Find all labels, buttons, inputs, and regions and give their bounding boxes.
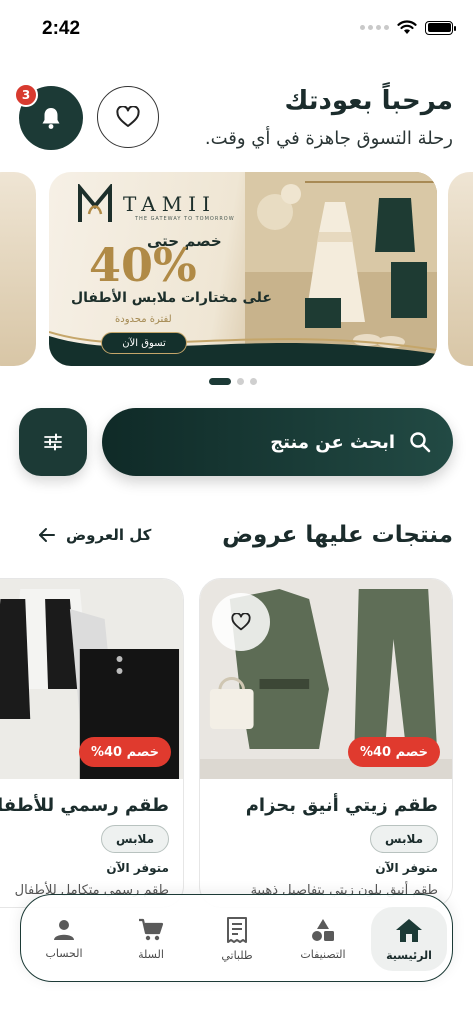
wifi-icon: [397, 20, 417, 34]
offers-product-list[interactable]: خصم 40% طقم زيتي أنيق بحزام ملابس متوفر …: [0, 578, 473, 908]
favorites-button[interactable]: [97, 86, 159, 148]
tab-categories[interactable]: التصنيفات: [280, 895, 366, 983]
product-card[interactable]: خصم 40% طقم زيتي أنيق بحزام ملابس متوفر …: [199, 578, 453, 908]
bottom-tab-bar: الرئيسية التصنيفات طلباتي السلة الحساب: [20, 894, 453, 982]
filter-button[interactable]: [19, 408, 87, 476]
receipt-icon: [227, 916, 247, 943]
tab-account-label: الحساب: [45, 946, 83, 960]
see-all-offers-link[interactable]: كل العروض: [38, 526, 151, 544]
product-stock-status: متوفر الآن: [375, 861, 438, 875]
banner-prev-slide[interactable]: [0, 172, 36, 366]
notification-badge: 3: [14, 83, 38, 107]
discount-badge: خصم 40%: [347, 737, 440, 767]
offers-title: منتجات عليها عروض: [222, 522, 453, 548]
carousel-pager: [209, 378, 257, 385]
tab-home-label: الرئيسية: [386, 948, 432, 962]
brand-name: TAMII: [123, 192, 216, 216]
product-card[interactable]: خصم 40% طقم رسمي للأطفال ملابس متوفر الآ…: [0, 578, 184, 908]
pager-dot[interactable]: [250, 378, 257, 385]
header: مرحباً بعودتك رحلة التسوق جاهزة في أي وق…: [0, 84, 473, 164]
see-all-label: كل العروض: [66, 526, 152, 544]
banner-carousel[interactable]: TAMII THE GATEWAY TO TOMORROW خصم حتى 40…: [0, 172, 473, 368]
filter-sliders-icon: [44, 433, 62, 451]
greeting-subtitle: رحلة التسوق جاهزة في أي وقت.: [204, 128, 453, 149]
shop-now-button[interactable]: تسوق الآن: [101, 332, 187, 354]
product-category-chip: ملابس: [100, 825, 169, 853]
tab-cart-label: السلة: [138, 947, 164, 961]
promo-line: على مختارات ملابس الأطفال: [71, 290, 272, 306]
bell-icon: [42, 108, 60, 129]
heart-icon: [116, 106, 140, 127]
status-bar: 2:42: [0, 0, 473, 56]
promo-banner[interactable]: TAMII THE GATEWAY TO TOMORROW خصم حتى 40…: [49, 172, 437, 366]
person-icon: [54, 919, 74, 940]
search-row: ابحث عن منتج: [0, 408, 473, 476]
tab-home[interactable]: الرئيسية: [366, 895, 452, 983]
categories-icon: [312, 918, 334, 941]
promo-percent: 40%: [89, 238, 197, 292]
tab-account[interactable]: الحساب: [21, 895, 107, 983]
status-icons: [360, 20, 456, 35]
offers-section-header: منتجات عليها عروض كل العروض: [0, 518, 473, 558]
product-name: طقم رسمي للأطفال: [0, 795, 169, 816]
status-time: 2:42: [42, 18, 81, 39]
cart-icon: [139, 918, 164, 940]
tab-orders[interactable]: طلباتي: [194, 895, 280, 983]
search-input[interactable]: ابحث عن منتج: [102, 408, 453, 476]
battery-icon: [425, 20, 456, 35]
search-placeholder: ابحث عن منتج: [270, 431, 395, 453]
product-name: طقم زيتي أنيق بحزام: [245, 795, 438, 816]
arrow-left-icon: [39, 528, 55, 542]
brand-logo-icon: [78, 184, 112, 222]
pager-dot-active[interactable]: [209, 378, 231, 385]
banner-next-slide[interactable]: [448, 172, 473, 366]
product-category-chip: ملابس: [369, 825, 438, 853]
search-icon: [410, 432, 431, 453]
tab-cart[interactable]: السلة: [108, 895, 194, 983]
signal-icon: [360, 25, 389, 30]
brand-tagline: THE GATEWAY TO TOMORROW: [135, 216, 235, 222]
discount-badge: خصم 40%: [78, 737, 171, 767]
tab-orders-label: طلباتي: [221, 948, 253, 962]
pager-dot[interactable]: [237, 378, 244, 385]
promo-note: لفترة محدودة: [115, 314, 172, 325]
heart-icon: [231, 613, 251, 631]
product-favorite-button[interactable]: [212, 593, 270, 651]
home-icon: [396, 918, 422, 942]
product-stock-status: متوفر الآن: [106, 861, 169, 875]
greeting-title: مرحباً بعودتك: [284, 86, 454, 116]
tab-categories-label: التصنيفات: [300, 947, 346, 961]
